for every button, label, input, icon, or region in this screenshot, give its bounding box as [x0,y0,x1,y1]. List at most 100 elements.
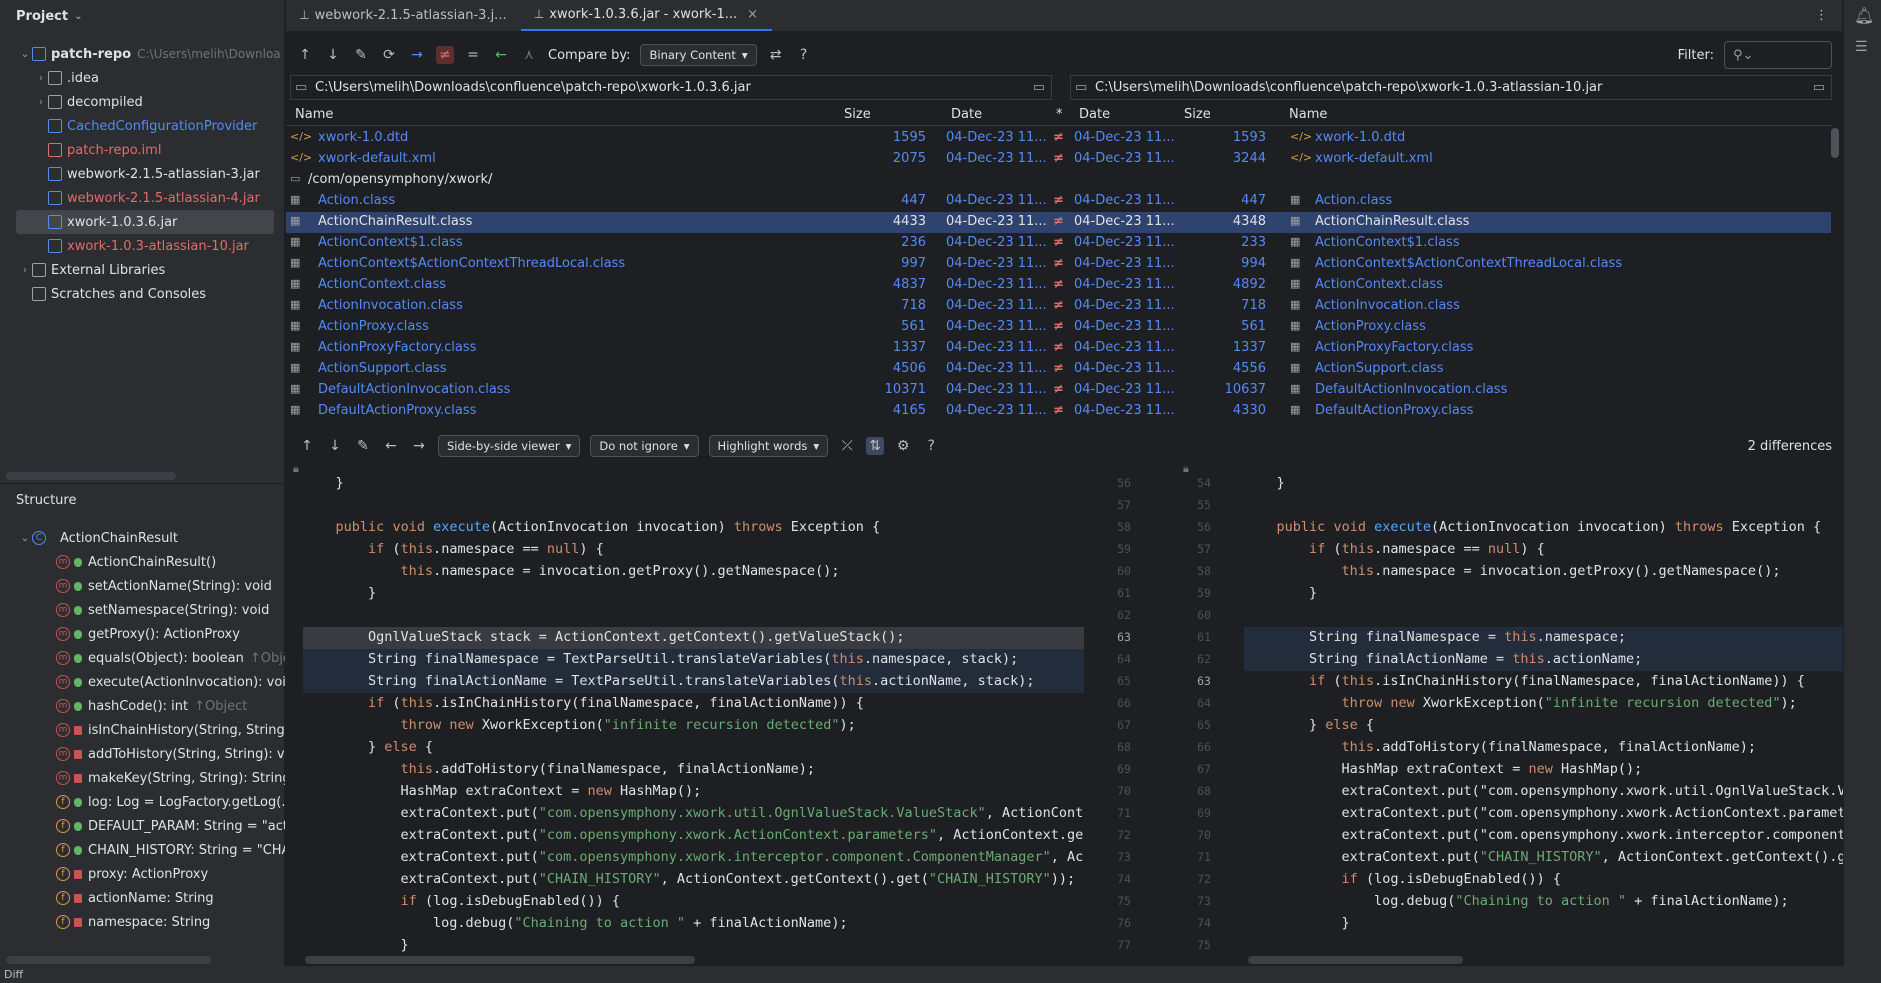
left-size-header[interactable]: Size [844,107,871,122]
file-row[interactable]: ▦ ActionContext$ActionContextThreadLocal.… [286,254,1831,275]
private-lock-icon [74,917,82,927]
structure-member[interactable]: m isInChainHistory(String, String) [0,718,285,742]
close-icon[interactable]: × [747,7,758,22]
structure-member[interactable]: m setActionName(String): void [0,574,285,598]
file-row[interactable]: ▦ ActionProxyFactory.class 1337 04-Dec-23 1… [286,338,1831,359]
arrow-down-icon[interactable]: ↓ [324,46,342,64]
file-row[interactable]: ▦ ActionContext.class 4837 04-Dec-23 11... ≠… [286,275,1831,296]
compare-by-dropdown[interactable]: Binary Content ▾ [640,44,757,66]
file-row[interactable]: </> xwork-1.0.dtd 1595 04-Dec-23 11... ≠ 04-D… [286,128,1831,149]
refresh-icon[interactable]: ⟳ [380,46,398,64]
project-tree-item[interactable]: patch-repo.iml [0,138,285,162]
ignore-dropdown[interactable]: Do not ignore ▾ [590,435,699,457]
structure-member[interactable]: f namespace: String [0,910,285,934]
filter-input[interactable]: ⚲⌄ [1724,41,1832,69]
right-code-scrollbar[interactable] [1248,956,1463,964]
structure-member[interactable]: m getProxy(): ActionProxy [0,622,285,646]
show-different-icon[interactable]: ≠ [436,46,454,64]
left-code-scrollbar[interactable] [305,956,695,964]
structure-member[interactable]: m makeKey(String, String): String [0,766,285,790]
folder-row[interactable]: ▭ /com/opensymphony/xwork/ [286,170,1831,191]
left-name-header[interactable]: Name [295,107,333,122]
file-row[interactable]: ▦ ActionInvocation.class 718 04-Dec-23 11..… [286,296,1831,317]
project-tree-item[interactable]: webwork-2.1.5-atlassian-4.jar [0,186,285,210]
edit-icon[interactable]: ✎ [354,437,372,455]
file-row[interactable]: ▦ ActionSupport.class 4506 04-Dec-23 11... ≠… [286,359,1831,380]
file-row[interactable]: ▦ DefaultActionProxy.class 4165 04-Dec-23 1… [286,401,1831,422]
project-tree-item[interactable]: webwork-2.1.5-atlassian-3.jar [0,162,285,186]
line-number: 76 [1117,916,1131,930]
sync-scroll-icon[interactable]: ⇅ [866,437,885,455]
back-icon[interactable]: ← [382,437,400,455]
browse-icon[interactable]: ▭ [1813,80,1825,95]
tab-xwork-jar[interactable]: ⟂ xwork-1.0.3.6.jar - xwork-1... × [520,0,773,31]
project-scrollbar[interactable] [6,472,176,480]
project-tree-item[interactable]: xwork-1.0.3-atlassian-10.jar [0,234,285,258]
structure-member[interactable]: m setNamespace(String): void [0,598,285,622]
left-date-header[interactable]: Date [951,107,982,122]
project-tree-item[interactable]: › External Libraries [0,258,285,282]
project-tree-item[interactable]: CachedConfigurationProvider [0,114,285,138]
structure-member[interactable]: f log: Log = LogFactory.getLog(. [0,790,285,814]
file-row[interactable]: ▦ ActionProxy.class 561 04-Dec-23 11... ≠ 04-… [286,317,1831,338]
right-name-header[interactable]: Name [1289,107,1327,122]
viewer-dropdown[interactable]: Side-by-side viewer ▾ [438,435,581,457]
structure-member[interactable]: m ActionChainResult() [0,550,285,574]
project-tree-item[interactable]: xwork-1.0.3.6.jar [16,210,274,234]
next-diff-icon[interactable]: ↓ [326,437,344,455]
show-equal-icon[interactable]: = [464,46,482,64]
project-tree-item[interactable]: Scratches and Consoles [0,282,285,306]
file-row[interactable]: ▦ ActionContext$1.class 236 04-Dec-23 11...… [286,233,1831,254]
forward-icon[interactable]: → [410,437,428,455]
notifications-icon[interactable]: 🔔︎ [1854,6,1881,25]
tab-webwork-jar[interactable]: ⟂ webwork-2.1.5-atlassian-3.j... [286,0,521,31]
chevron-down-icon[interactable]: ⌄ [74,11,82,22]
prev-diff-icon[interactable]: ↑ [298,437,316,455]
project-header[interactable]: Project ⌄ [0,0,284,32]
expand-arrow-icon[interactable]: ⌄ [18,533,32,544]
structure-member[interactable]: f actionName: String [0,886,285,910]
file-table-scrollbar[interactable] [1831,128,1839,158]
expand-arrow-icon[interactable]: ⌄ [18,49,32,60]
structure-member[interactable]: f proxy: ActionProxy [0,862,285,886]
structure-root[interactable]: ⌄ C ActionChainResult [0,526,285,550]
left-path-field[interactable]: ▭ C:\Users\melih\Downloads\confluence\pat… [290,75,1052,100]
browse-icon[interactable]: ▭ [1033,80,1045,95]
link-icon[interactable]: ⇄ [767,46,785,64]
structure-member[interactable]: m execute(ActionInvocation): voi [0,670,285,694]
help-icon[interactable]: ? [795,46,813,64]
file-row[interactable]: </> xwork-default.xml 2075 04-Dec-23 11... ≠… [286,149,1831,170]
arrow-up-icon[interactable]: ↑ [296,46,314,64]
database-icon[interactable]: ☰ [1855,39,1881,55]
project-tree-item[interactable]: › decompiled [0,90,285,114]
right-path-field[interactable]: ▭ C:\Users\melih\Downloads\confluence\pat… [1070,75,1832,100]
collapse-icon[interactable]: ⤫ [838,437,856,455]
show-deleted-icon[interactable]: ← [492,46,510,64]
structure-member[interactable]: f CHAIN_HISTORY: String = "CHA [0,838,285,862]
help-icon[interactable]: ? [922,437,940,455]
right-code-editor[interactable]: } public void execute(ActionInvocation i… [1244,472,1844,958]
highlight-dropdown[interactable]: Highlight words ▾ [708,435,829,457]
structure-scrollbar[interactable] [6,956,211,964]
project-tree-item[interactable]: ⌄ patch-repo C:\Users\melih\Downloa [0,42,285,66]
settings-icon[interactable]: ⚙ [894,437,912,455]
file-row[interactable]: ▦ Action.class 447 04-Dec-23 11... ≠ 04-Dec-2… [286,191,1831,212]
project-tree-item[interactable]: › .idea [0,66,285,90]
expand-arrow-icon[interactable]: › [34,73,48,84]
state-header[interactable]: * [1056,107,1063,122]
structure-member[interactable]: m addToHistory(String, String): vo [0,742,285,766]
expand-arrow-icon[interactable]: › [18,265,32,276]
structure-member[interactable]: m hashCode(): int ↑Object [0,694,285,718]
right-size-header[interactable]: Size [1184,107,1211,122]
edit-icon[interactable]: ✎ [352,46,370,64]
expand-arrow-icon[interactable]: › [34,97,48,108]
file-row[interactable]: ▦ ActionChainResult.class 4433 04-Dec-23 11… [286,212,1831,233]
file-row[interactable]: ▦ DefaultActionInvocation.class 10371 04-De… [286,380,1831,401]
left-code-editor[interactable]: } public void execute(ActionInvocation i… [303,472,1085,958]
right-date-header[interactable]: Date [1079,107,1110,122]
structure-member[interactable]: m equals(Object): boolean ↑Obje [0,646,285,670]
more-options-icon[interactable]: ⋮ [1801,0,1842,31]
show-new-icon[interactable]: → [408,46,426,64]
structure-member[interactable]: f DEFAULT_PARAM: String = "act [0,814,285,838]
synchronize-icon[interactable]: ⋏ [520,46,538,64]
